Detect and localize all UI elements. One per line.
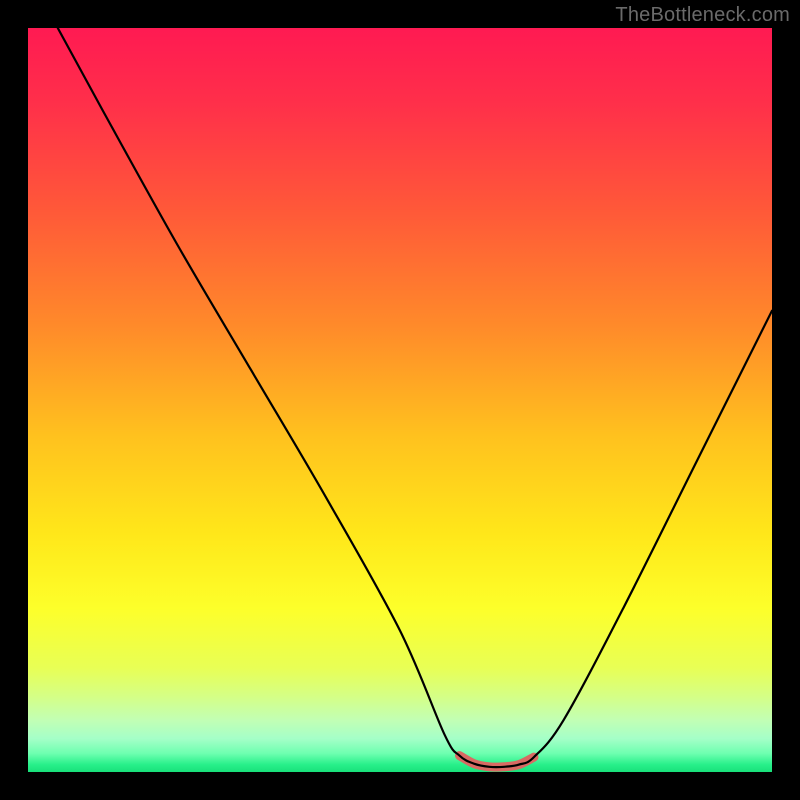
chart-frame: TheBottleneck.com — [0, 0, 800, 800]
watermark-text: TheBottleneck.com — [615, 4, 790, 27]
curve-main — [58, 28, 772, 767]
plot-area — [28, 28, 772, 772]
bottleneck-curve — [28, 28, 772, 772]
